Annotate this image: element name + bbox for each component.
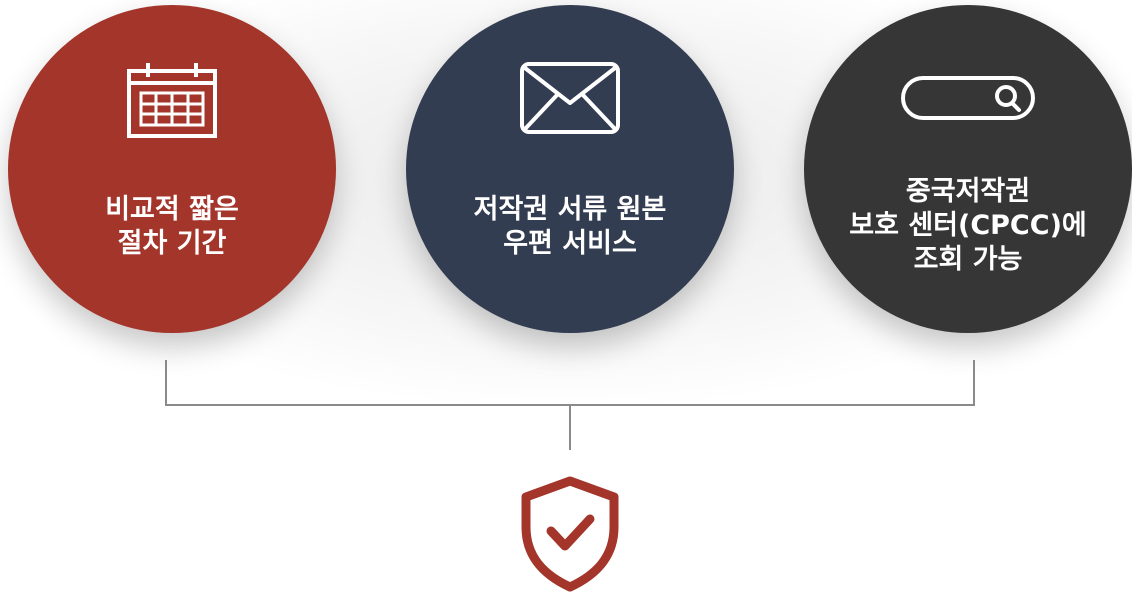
shield-check-icon xyxy=(518,475,622,597)
bracket-line xyxy=(165,360,975,406)
